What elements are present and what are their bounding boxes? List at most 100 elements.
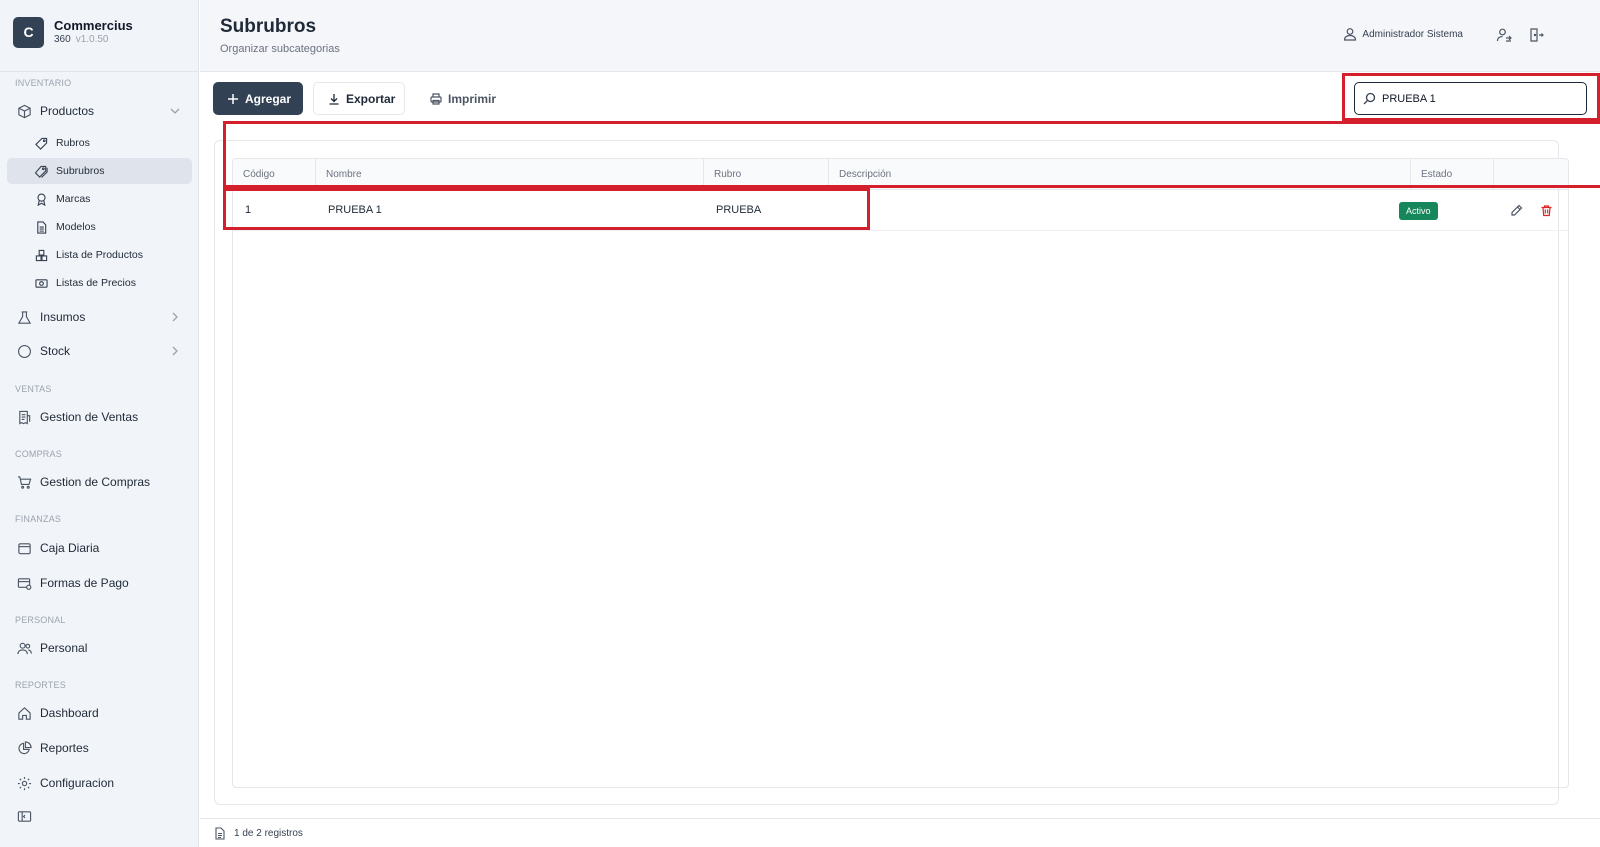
edit-icon[interactable] [1510,204,1523,217]
flask-icon [16,309,32,325]
panel-left-icon [16,808,32,824]
print-button[interactable]: Imprimir [416,82,512,115]
export-button-label: Exportar [346,91,396,106]
section-label-personal: PERSONAL [15,615,66,625]
circle-icon [16,343,32,359]
cell-nombre: PRUEBA 1 [328,204,382,216]
trash-icon[interactable] [1540,204,1553,217]
section-label-compras: COMPRAS [15,449,62,459]
export-button[interactable]: Exportar [313,82,405,115]
banknote-icon [35,276,49,290]
page-title: Subrubros [220,16,317,37]
sidebar-item-gestion-compras[interactable]: Gestion de Compras [7,468,192,496]
sidebar-subitem-label: Listas de Precios [56,277,136,289]
sidebar-item-label: Configuracion [40,776,115,790]
sidebar-subitem-label: Subrubros [56,165,105,177]
sidebar-item-label: Stock [40,344,71,358]
sidebar-subitem-label: Marcas [56,193,91,205]
table-card: Código Nombre Rubro Descripción Estado 1… [214,140,1569,805]
sidebar-item-label: Personal [40,641,88,655]
column-header-rubro[interactable]: Rubro [704,159,829,190]
sidebar-item-caja-diaria[interactable]: Caja Diaria [7,534,192,562]
table-row[interactable]: 1 PRUEBA 1 PRUEBA Activo [233,190,1568,231]
receipt-icon [16,409,32,425]
user-menu[interactable]: Administrador Sistema [1343,27,1463,41]
page-header: Subrubros Organizar subcategorias Admini… [200,0,1600,72]
search-input[interactable] [1382,92,1572,105]
cart-icon [16,474,32,490]
column-header-descripcion[interactable]: Descripción [829,159,1411,190]
column-header-codigo[interactable]: Código [233,159,316,190]
sidebar-subitem-marcas[interactable]: Marcas [7,186,192,212]
logout-icon[interactable] [1528,27,1544,43]
sidebar: C Commercius 360 v1.0.50 INVENTARIO Produ… [0,0,199,847]
brand-edition: 360 [54,34,71,45]
user-switch-icon[interactable] [1496,27,1512,43]
sidebar-item-label: Gestion de Compras [40,475,151,489]
box-icon [16,103,32,119]
sidebar-collapse-button[interactable] [7,802,47,830]
sidebar-item-configuracion[interactable]: Configuracion [7,769,192,797]
sidebar-subitem-subrubros[interactable]: Subrubros [7,158,192,184]
add-button[interactable]: Agregar [213,82,303,115]
sidebar-item-label: Dashboard [40,706,99,720]
table-header: Código Nombre Rubro Descripción Estado [233,159,1568,190]
sidebar-item-formas-pago[interactable]: Formas de Pago [7,569,192,597]
table-footer: 1 de 2 registros [200,818,1600,847]
chart-icon [16,740,32,756]
cell-codigo: 1 [245,204,252,216]
data-table: Código Nombre Rubro Descripción Estado 1… [232,158,1569,788]
sidebar-subitem-rubros[interactable]: Rubros [7,130,192,156]
chevron-right-icon[interactable] [168,310,182,324]
column-header-nombre[interactable]: Nombre [316,159,704,190]
sidebar-subitem-modelos[interactable]: Modelos [7,214,192,240]
sidebar-item-insumos[interactable]: Insumos [7,303,192,331]
sidebar-item-stock[interactable]: Stock [7,337,192,365]
section-label-inventario: INVENTARIO [15,78,72,88]
sidebar-subitem-label: Rubros [56,137,90,149]
boxes-icon [35,248,49,262]
sidebar-item-label: Reportes [40,741,89,755]
sidebar-divider [0,71,198,72]
sidebar-item-label: Productos [40,104,95,118]
users-icon [16,640,32,656]
printer-icon [430,92,442,105]
sidebar-subitem-lista-productos[interactable]: Lista de Productos [7,242,192,268]
sidebar-item-label: Formas de Pago [40,576,129,590]
download-icon [328,93,340,105]
sidebar-item-productos[interactable]: Productos [7,97,192,125]
sidebar-subitem-label: Modelos [56,221,96,233]
credit-card-icon [16,575,32,591]
tag-icon [35,136,49,150]
sidebar-subitem-label: Lista de Productos [56,249,143,261]
column-header-actions [1494,159,1568,190]
sidebar-item-personal[interactable]: Personal [7,634,192,662]
chevron-down-icon[interactable] [168,104,182,118]
brand-version: v1.0.50 [75,34,109,45]
section-label-reportes: REPORTES [15,680,66,690]
section-label-ventas: VENTAS [15,384,52,394]
brand[interactable]: C Commercius 360 v1.0.50 [0,0,198,64]
plus-icon [227,93,239,105]
sidebar-item-label: Gestion de Ventas [40,410,139,424]
section-label-finanzas: FINANZAS [15,514,62,524]
sidebar-item-dashboard[interactable]: Dashboard [7,699,192,727]
search-field[interactable] [1354,82,1587,115]
status-badge: Activo [1399,202,1438,220]
sidebar-subitem-listas-precios[interactable]: Listas de Precios [7,270,192,296]
column-header-estado[interactable]: Estado [1411,159,1494,190]
user-icon [1343,27,1357,41]
sidebar-item-gestion-ventas[interactable]: Gestion de Ventas [7,403,192,431]
sidebar-item-reportes[interactable]: Reportes [7,734,192,762]
search-icon [1363,92,1376,105]
brand-logo: C [13,16,44,48]
print-button-label: Imprimir [448,91,497,106]
document-icon [214,826,226,840]
chevron-right-icon[interactable] [168,344,182,358]
gear-icon [16,775,32,791]
file-icon [35,220,49,234]
sidebar-item-label: Insumos [40,310,86,324]
user-name: Administrador Sistema [1362,28,1463,40]
award-icon [35,192,49,206]
records-count: 1 de 2 registros [234,827,303,839]
